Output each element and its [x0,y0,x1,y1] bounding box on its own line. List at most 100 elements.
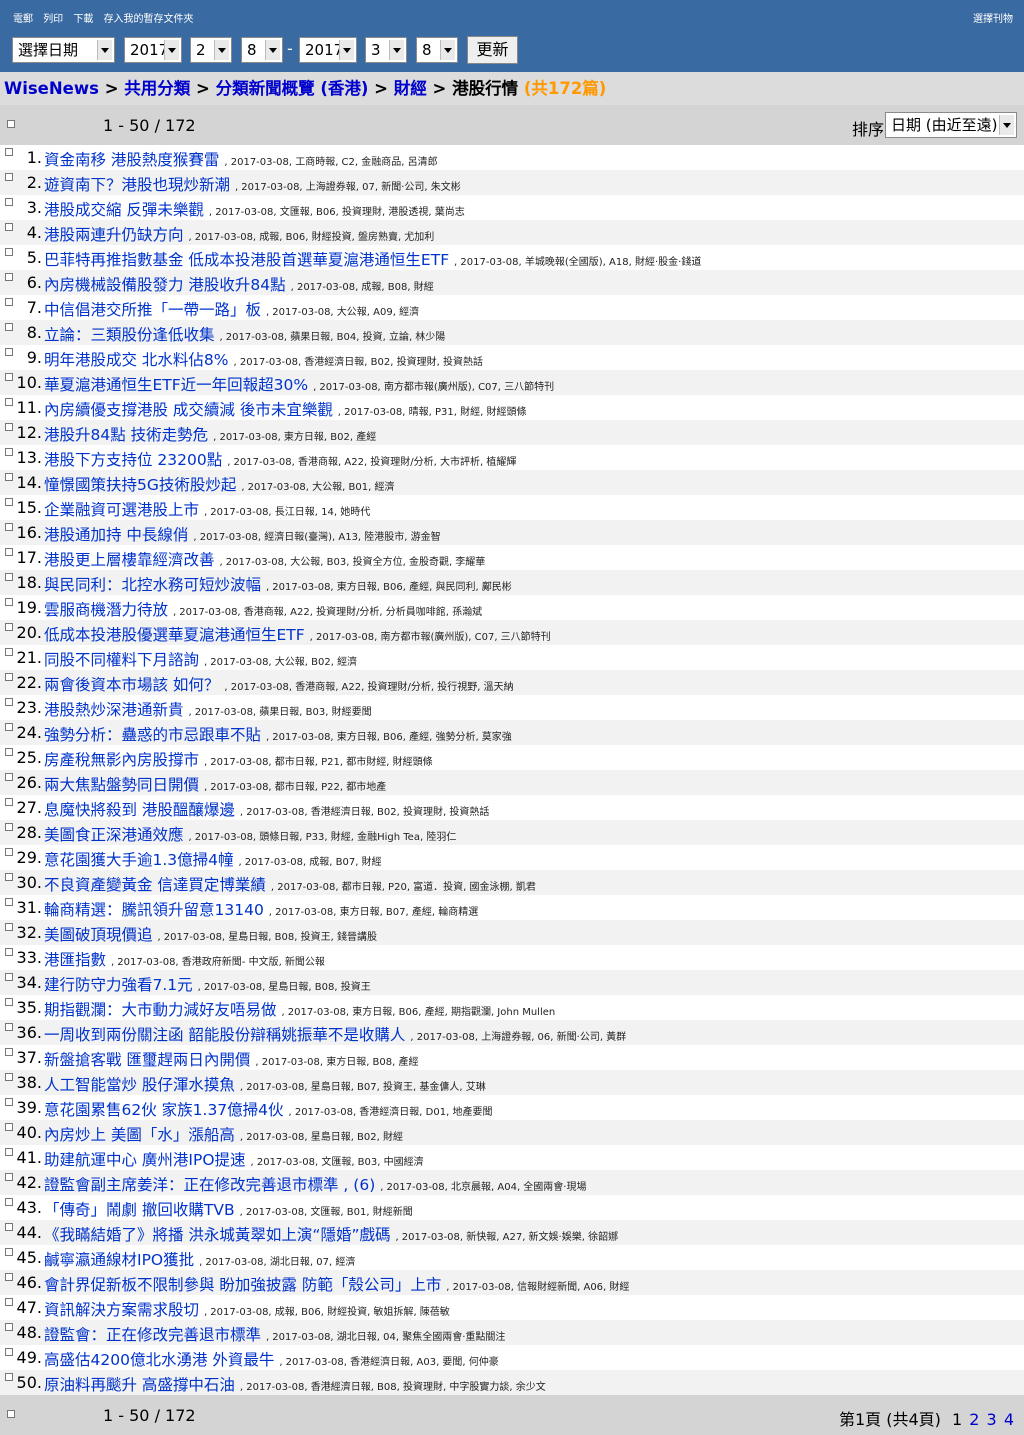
article-title-link[interactable]: 港股熱炒深港通新貴 , 2017-03-08, 蘋果日報, B03, 財經要聞 [44,698,372,720]
article-title-link[interactable]: 資訊解決方案需求殷切 , 2017-03-08, 成報, B06, 財經投資, … [44,1298,450,1320]
article-checkbox[interactable] [5,873,13,881]
article-title-link[interactable]: 證監會：正在修改完善退市標準 , 2017-03-08, 湖北日報, 04, 聚… [44,1323,505,1345]
article-title-link[interactable]: 原油料再颷升 高盛撐中石油 , 2017-03-08, 香港經濟日報, B08,… [44,1373,546,1395]
article-title-link[interactable]: 期指觀瀾：大市動力減好友唔易做 , 2017-03-08, 東方日報, B06,… [44,998,555,1020]
article-title-link[interactable]: 雲服商機潛力待放 , 2017-03-08, 香港商報, A22, 投資理財/分… [44,598,482,620]
select-publication-link[interactable]: 選擇刊物 [973,10,1013,25]
article-checkbox[interactable] [5,1273,13,1281]
article-checkbox[interactable] [5,473,13,481]
article-title-link[interactable]: 明年港股成交 北水料佔8% , 2017-03-08, 香港經濟日報, B02,… [44,348,483,370]
article-checkbox[interactable] [5,948,13,956]
date-mode-select[interactable]: 選擇日期 [12,37,115,63]
article-checkbox[interactable] [5,323,13,331]
article-checkbox[interactable] [5,1123,13,1131]
article-checkbox[interactable] [5,1148,13,1156]
article-title-link[interactable]: 港股更上層樓靠經濟改善 , 2017-03-08, 大公報, B03, 投資全方… [44,548,485,570]
article-checkbox[interactable] [5,173,13,181]
article-title-link[interactable]: 不良資產變黃金 信達買定博業績 , 2017-03-08, 都市日報, P20,… [44,873,536,895]
article-checkbox[interactable] [5,1298,13,1306]
article-title-link[interactable]: 內房續優支撐港股 成交續減 後市未宜樂觀 , 2017-03-08, 晴報, P… [44,398,526,420]
article-title-link[interactable]: 兩大焦點盤勢同日開價 , 2017-03-08, 都市日報, P22, 都市地產 [44,773,386,795]
download-link[interactable]: 下載 [73,14,93,25]
article-checkbox[interactable] [5,648,13,656]
article-title-link[interactable]: 一周收到兩份關注函 韶能股份辯稱姚振華不是收購人 , 2017-03-08, 上… [44,1023,626,1045]
article-checkbox[interactable] [5,848,13,856]
article-checkbox[interactable] [5,148,13,156]
article-checkbox[interactable] [5,798,13,806]
from-year-select[interactable]: 2017 [124,37,182,63]
article-title-link[interactable]: 《我瞞結婚了》將播 洪永城黃翠如上演“隱婚”戲碼 , 2017-03-08, 新… [44,1223,618,1245]
article-checkbox[interactable] [5,398,13,406]
article-title-link[interactable]: 憧憬國策扶持5G技術股炒起 , 2017-03-08, 大公報, B01, 經濟 [44,473,394,495]
article-checkbox[interactable] [5,973,13,981]
article-title-link[interactable]: 港股通加持 中長線俏 , 2017-03-08, 經濟日報(臺灣), A13, … [44,523,441,545]
article-checkbox[interactable] [5,1248,13,1256]
breadcrumb-category-overview[interactable]: 分類新聞概覽 (香港) [216,79,369,98]
article-title-link[interactable]: 巴菲特再推指數基金 低成本投港股首選華夏滬港通恒生ETF , 2017-03-0… [44,248,701,270]
article-title-link[interactable]: 遊資南下？港股也現炒新潮 , 2017-03-08, 上海證券報, 07, 新聞… [44,173,461,195]
article-title-link[interactable]: 港股成交縮 反彈未樂觀 , 2017-03-08, 文匯報, B06, 投資理財… [44,198,465,220]
article-title-link[interactable]: 美圖食正深港通效應 , 2017-03-08, 頭條日報, P33, 財經, 金… [44,823,456,845]
article-checkbox[interactable] [5,673,13,681]
to-day-select[interactable]: 8 [416,37,458,63]
article-title-link[interactable]: 建行防守力強看7.1元 , 2017-03-08, 星島日報, B08, 投資王 [44,973,371,995]
article-checkbox[interactable] [5,448,13,456]
article-title-link[interactable]: 新盤搶客戰 匯璽趕兩日內開價 , 2017-03-08, 東方日報, B08, … [44,1048,419,1070]
article-title-link[interactable]: 人工智能當炒 股仔渾水摸魚 , 2017-03-08, 星島日報, B07, 投… [44,1073,486,1095]
article-checkbox[interactable] [5,1223,13,1231]
article-title-link[interactable]: 息魔快將殺到 港股醞釀爆邊 , 2017-03-08, 香港經濟日報, B02,… [44,798,489,820]
article-title-link[interactable]: 會計界促新板不限制參與 盼加強披露 防範「殼公司」上市 , 2017-03-08… [44,1273,629,1295]
article-title-link[interactable]: 內房炒上 美圖「水」漲船高 , 2017-03-08, 星島日報, B02, 財… [44,1123,403,1145]
article-title-link[interactable]: 中信倡港交所推「一帶一路」板 , 2017-03-08, 大公報, A09, 經… [44,298,419,320]
to-year-select[interactable]: 2017 [299,37,357,63]
article-checkbox[interactable] [5,773,13,781]
article-title-link[interactable]: 企業融資可選港股上市 , 2017-03-08, 長江日報, 14, 她時代 [44,498,370,520]
article-checkbox[interactable] [5,273,13,281]
article-checkbox[interactable] [5,498,13,506]
article-title-link[interactable]: 內房機械設備股發力 港股收升84點 , 2017-03-08, 成報, B08,… [44,273,434,295]
save-to-folder-link[interactable]: 存入我的暫存文件夾 [104,14,194,25]
article-title-link[interactable]: 港股兩連升仍缺方向 , 2017-03-08, 成報, B06, 財經投資, 盤… [44,223,434,245]
article-checkbox[interactable] [5,573,13,581]
select-all-checkbox[interactable] [7,120,15,128]
article-checkbox[interactable] [5,1323,13,1331]
article-checkbox[interactable] [5,423,13,431]
article-title-link[interactable]: 兩會後資本市場該 如何？ , 2017-03-08, 香港商報, A22, 投資… [44,673,514,695]
article-title-link[interactable]: 證監會副主席姜洋：正在修改完善退市標準 , (6) , 2017-03-08, … [44,1173,586,1195]
article-checkbox[interactable] [5,748,13,756]
article-checkbox[interactable] [5,998,13,1006]
email-link[interactable]: 電郵 [13,14,33,25]
breadcrumb-finance[interactable]: 財經 [394,79,427,98]
article-title-link[interactable]: 輪商精選：騰訊領升留意13140 , 2017-03-08, 東方日報, B07… [44,898,478,920]
article-checkbox[interactable] [5,1023,13,1031]
article-checkbox[interactable] [5,523,13,531]
article-checkbox[interactable] [5,198,13,206]
article-title-link[interactable]: 港股升84點 技術走勢危 , 2017-03-08, 東方日報, B02, 產經 [44,423,376,445]
article-title-link[interactable]: 資金南移 港股熱度猴賽雷 , 2017-03-08, 工商時報, C2, 金融商… [44,148,438,170]
article-checkbox[interactable] [5,1173,13,1181]
article-checkbox[interactable] [5,223,13,231]
article-title-link[interactable]: 高盛估4200億北水湧港 外資最牛 , 2017-03-08, 香港經濟日報, … [44,1348,499,1370]
article-title-link[interactable]: 強勢分析：蠱惑的市忌跟車不貼 , 2017-03-08, 東方日報, B06, … [44,723,512,745]
article-title-link[interactable]: 意花園獲大手逾1.3億掃4幢 , 2017-03-08, 成報, B07, 財經 [44,848,382,870]
article-title-link[interactable]: 與民同利：北控水務可短炒波幅 , 2017-03-08, 東方日報, B06, … [44,573,512,595]
article-title-link[interactable]: 「傳奇」鬧劇 撤回收購TVB , 2017-03-08, 文匯報, B01, 財… [44,1198,413,1220]
article-checkbox[interactable] [5,723,13,731]
article-checkbox[interactable] [5,298,13,306]
article-title-link[interactable]: 同股不同權料下月諮詢 , 2017-03-08, 大公報, B02, 經濟 [44,648,357,670]
article-title-link[interactable]: 鹹寧瀛通線材IPO獲批 , 2017-03-08, 湖北日報, 07, 經濟 [44,1248,355,1270]
breadcrumb-home[interactable]: WiseNews [4,79,99,98]
to-month-select[interactable]: 3 [365,37,407,63]
article-checkbox[interactable] [5,373,13,381]
article-title-link[interactable]: 立論：三類股份逢低收集 , 2017-03-08, 蘋果日報, B04, 投資,… [44,323,445,345]
article-title-link[interactable]: 港股下方支持位 23200點 , 2017-03-08, 香港商報, A22, … [44,448,516,470]
article-checkbox[interactable] [5,548,13,556]
article-checkbox[interactable] [5,1098,13,1106]
page-link-3[interactable]: 3 [987,1410,997,1429]
page-link-2[interactable]: 2 [969,1410,979,1429]
article-checkbox[interactable] [5,1048,13,1056]
article-checkbox[interactable] [5,1198,13,1206]
from-day-select[interactable]: 8 [241,37,283,63]
article-checkbox[interactable] [5,923,13,931]
article-title-link[interactable]: 助建航運中心 廣州港IPO提速 , 2017-03-08, 文匯報, B03, … [44,1148,424,1170]
